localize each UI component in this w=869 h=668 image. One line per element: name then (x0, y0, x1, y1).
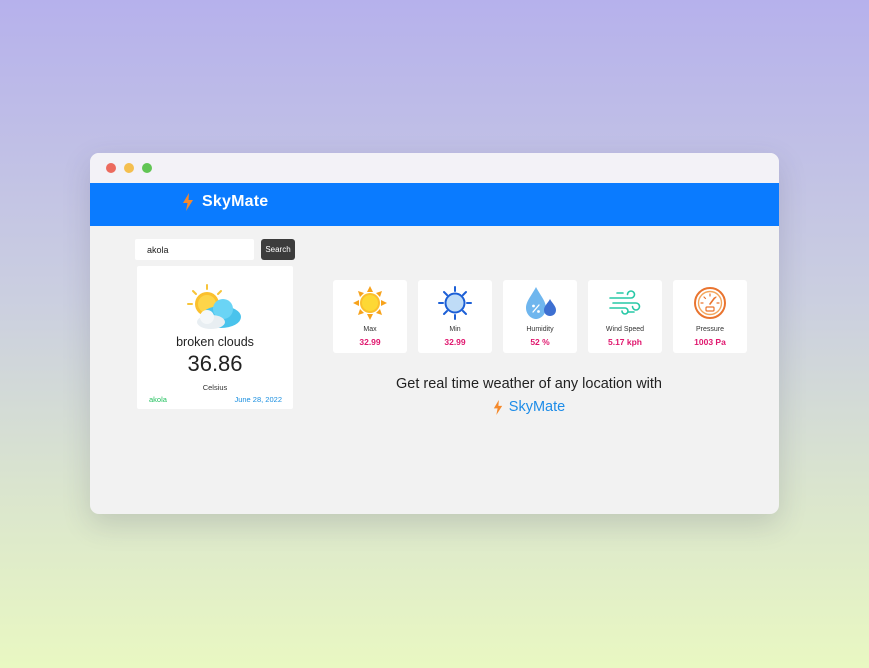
weather-stats: Max 32.99 Min 32.99 Humidity 52 % Wind S… (333, 280, 747, 353)
temperature-value: 36.86 (187, 351, 243, 376)
wind-icon (609, 290, 641, 315)
lightning-icon (183, 193, 193, 211)
sun-behind-clouds-icon (187, 284, 241, 329)
stat-label: Wind Speed (605, 326, 645, 333)
water-drops-icon (526, 287, 556, 319)
maximize-window-button[interactable] (142, 163, 152, 173)
sun-icon (353, 286, 387, 320)
stat-card-wind-speed: Wind Speed 5.17 kph (588, 280, 662, 353)
stat-card-min: Min 32.99 (418, 280, 492, 353)
lightning-icon (493, 399, 502, 415)
weather-date: June 28, 2022 (234, 395, 282, 404)
stat-value: 32.99 (444, 337, 466, 347)
brand-name: SkyMate (202, 193, 269, 210)
stat-value: 52 % (530, 337, 550, 347)
browser-window: SkyMate Search broken clouds 36.86 Celsi… (90, 153, 779, 514)
sun-outline-icon (438, 286, 472, 320)
promo-text: Get real time weather of any location wi… (396, 376, 662, 392)
current-weather-card: broken clouds 36.86 Celsius akola June 2… (137, 266, 293, 409)
stat-label: Max (363, 326, 377, 333)
temperature-unit: Celsius (202, 383, 228, 392)
stat-card-max: Max 32.99 (333, 280, 407, 353)
promo-brand: SkyMate (333, 399, 725, 415)
search-input[interactable] (135, 239, 254, 260)
close-window-button[interactable] (106, 163, 116, 173)
navbar: SkyMate (90, 183, 779, 226)
promo-brand-name: SkyMate (508, 399, 566, 415)
stat-value: 1003 Pa (694, 337, 726, 347)
stat-label: Min (449, 326, 461, 333)
weather-description: broken clouds (176, 335, 254, 349)
stat-label: Pressure (695, 326, 724, 333)
window-titlebar (90, 153, 779, 183)
stat-value: 32.99 (359, 337, 381, 347)
stat-card-humidity: Humidity 52 % (503, 280, 577, 353)
brand-link[interactable]: SkyMate (182, 193, 268, 211)
stat-label: Humidity (526, 326, 554, 333)
gauge-icon (694, 287, 726, 319)
stat-card-pressure: Pressure 1003 Pa (673, 280, 747, 353)
minimize-window-button[interactable] (124, 163, 134, 173)
search-button[interactable]: Search (261, 239, 295, 260)
city-name: akola (149, 395, 167, 404)
stat-value: 5.17 kph (607, 337, 643, 347)
